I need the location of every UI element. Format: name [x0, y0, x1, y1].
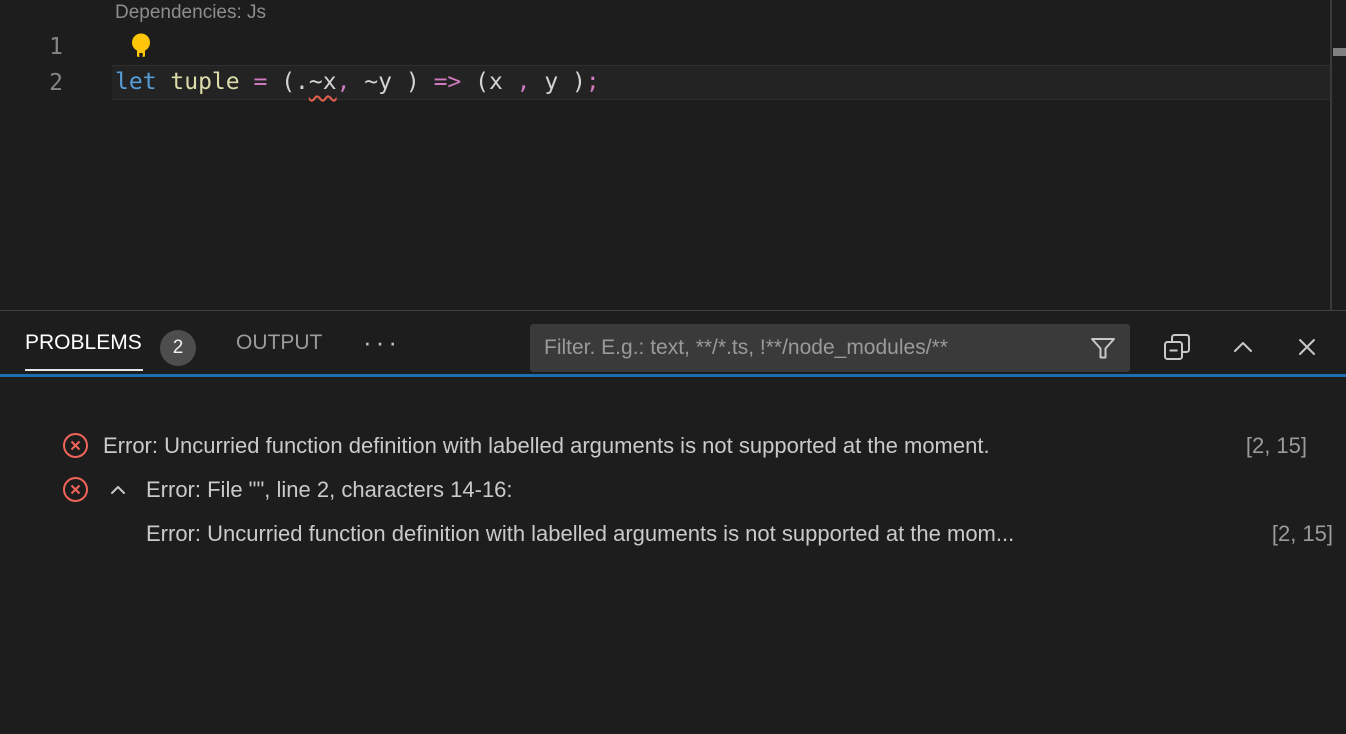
problem-row-1[interactable]: Error: Uncurried function definition wit…	[0, 424, 1346, 468]
code-token: (.	[281, 69, 309, 95]
filter-funnel-icon[interactable]	[1088, 333, 1118, 363]
problem-location: [2, 15]	[1272, 512, 1333, 556]
code-token: ;	[586, 69, 600, 95]
code-token: ,	[337, 69, 351, 95]
code-token: tuple	[157, 69, 240, 95]
open-in-editor-icon[interactable]	[1162, 332, 1192, 362]
maximize-panel-icon[interactable]	[1228, 332, 1258, 362]
line-number-2: 2	[0, 65, 63, 102]
code-editor[interactable]: Dependencies: Js 1 2 let tuple = (.~x, ~…	[0, 0, 1346, 310]
panel-focus-border	[0, 374, 1346, 377]
line-number-1: 1	[0, 29, 63, 66]
problem-location: [2, 15]	[1246, 424, 1307, 468]
chevron-up-icon[interactable]	[106, 478, 130, 502]
code-token	[420, 69, 434, 95]
problems-file-row[interactable]: RE demo.re src 2	[0, 381, 1346, 424]
code-token: =>	[434, 69, 462, 95]
error-icon	[62, 432, 89, 459]
problems-filter	[530, 324, 1130, 372]
problem-row-3[interactable]: Error: Uncurried function definition wit…	[0, 512, 1346, 556]
tab-output[interactable]: OUTPUT	[236, 311, 322, 374]
code-token: ,	[517, 69, 531, 95]
problems-count-badge: 2	[160, 330, 196, 366]
code-token: =	[240, 69, 282, 95]
code-token: (x	[461, 69, 516, 95]
problem-message: Error: Uncurried function definition wit…	[103, 424, 1196, 468]
problem-row-2[interactable]: Error: File "", line 2, characters 14-16…	[0, 468, 1346, 512]
close-panel-icon[interactable]	[1292, 332, 1322, 362]
problem-message-continued: Error: Uncurried function definition wit…	[146, 512, 1216, 556]
error-icon	[62, 476, 89, 503]
lightbulb-icon[interactable]	[129, 32, 153, 59]
filter-input[interactable]	[530, 324, 1088, 372]
more-tabs-icon[interactable]: ···	[363, 311, 401, 374]
tab-problems[interactable]: PROBLEMS	[25, 311, 142, 374]
overview-ruler-divider	[1330, 0, 1332, 311]
code-line-2[interactable]: let tuple = (.~x, ~y ) => (x , y );	[115, 65, 600, 100]
code-token: ~y )	[350, 69, 419, 95]
overview-cursor-marker	[1333, 48, 1346, 56]
code-token: let	[115, 69, 157, 95]
panel-top-border	[0, 310, 1346, 311]
active-tab-underline	[25, 369, 143, 371]
code-token: y )	[531, 69, 586, 95]
dependencies-label: Dependencies: Js	[115, 2, 266, 24]
code-token-error: ~x	[309, 69, 337, 95]
app-window: Dependencies: Js 1 2 let tuple = (.~x, ~…	[0, 0, 1346, 734]
problem-message: Error: File "", line 2, characters 14-16…	[146, 468, 1306, 512]
